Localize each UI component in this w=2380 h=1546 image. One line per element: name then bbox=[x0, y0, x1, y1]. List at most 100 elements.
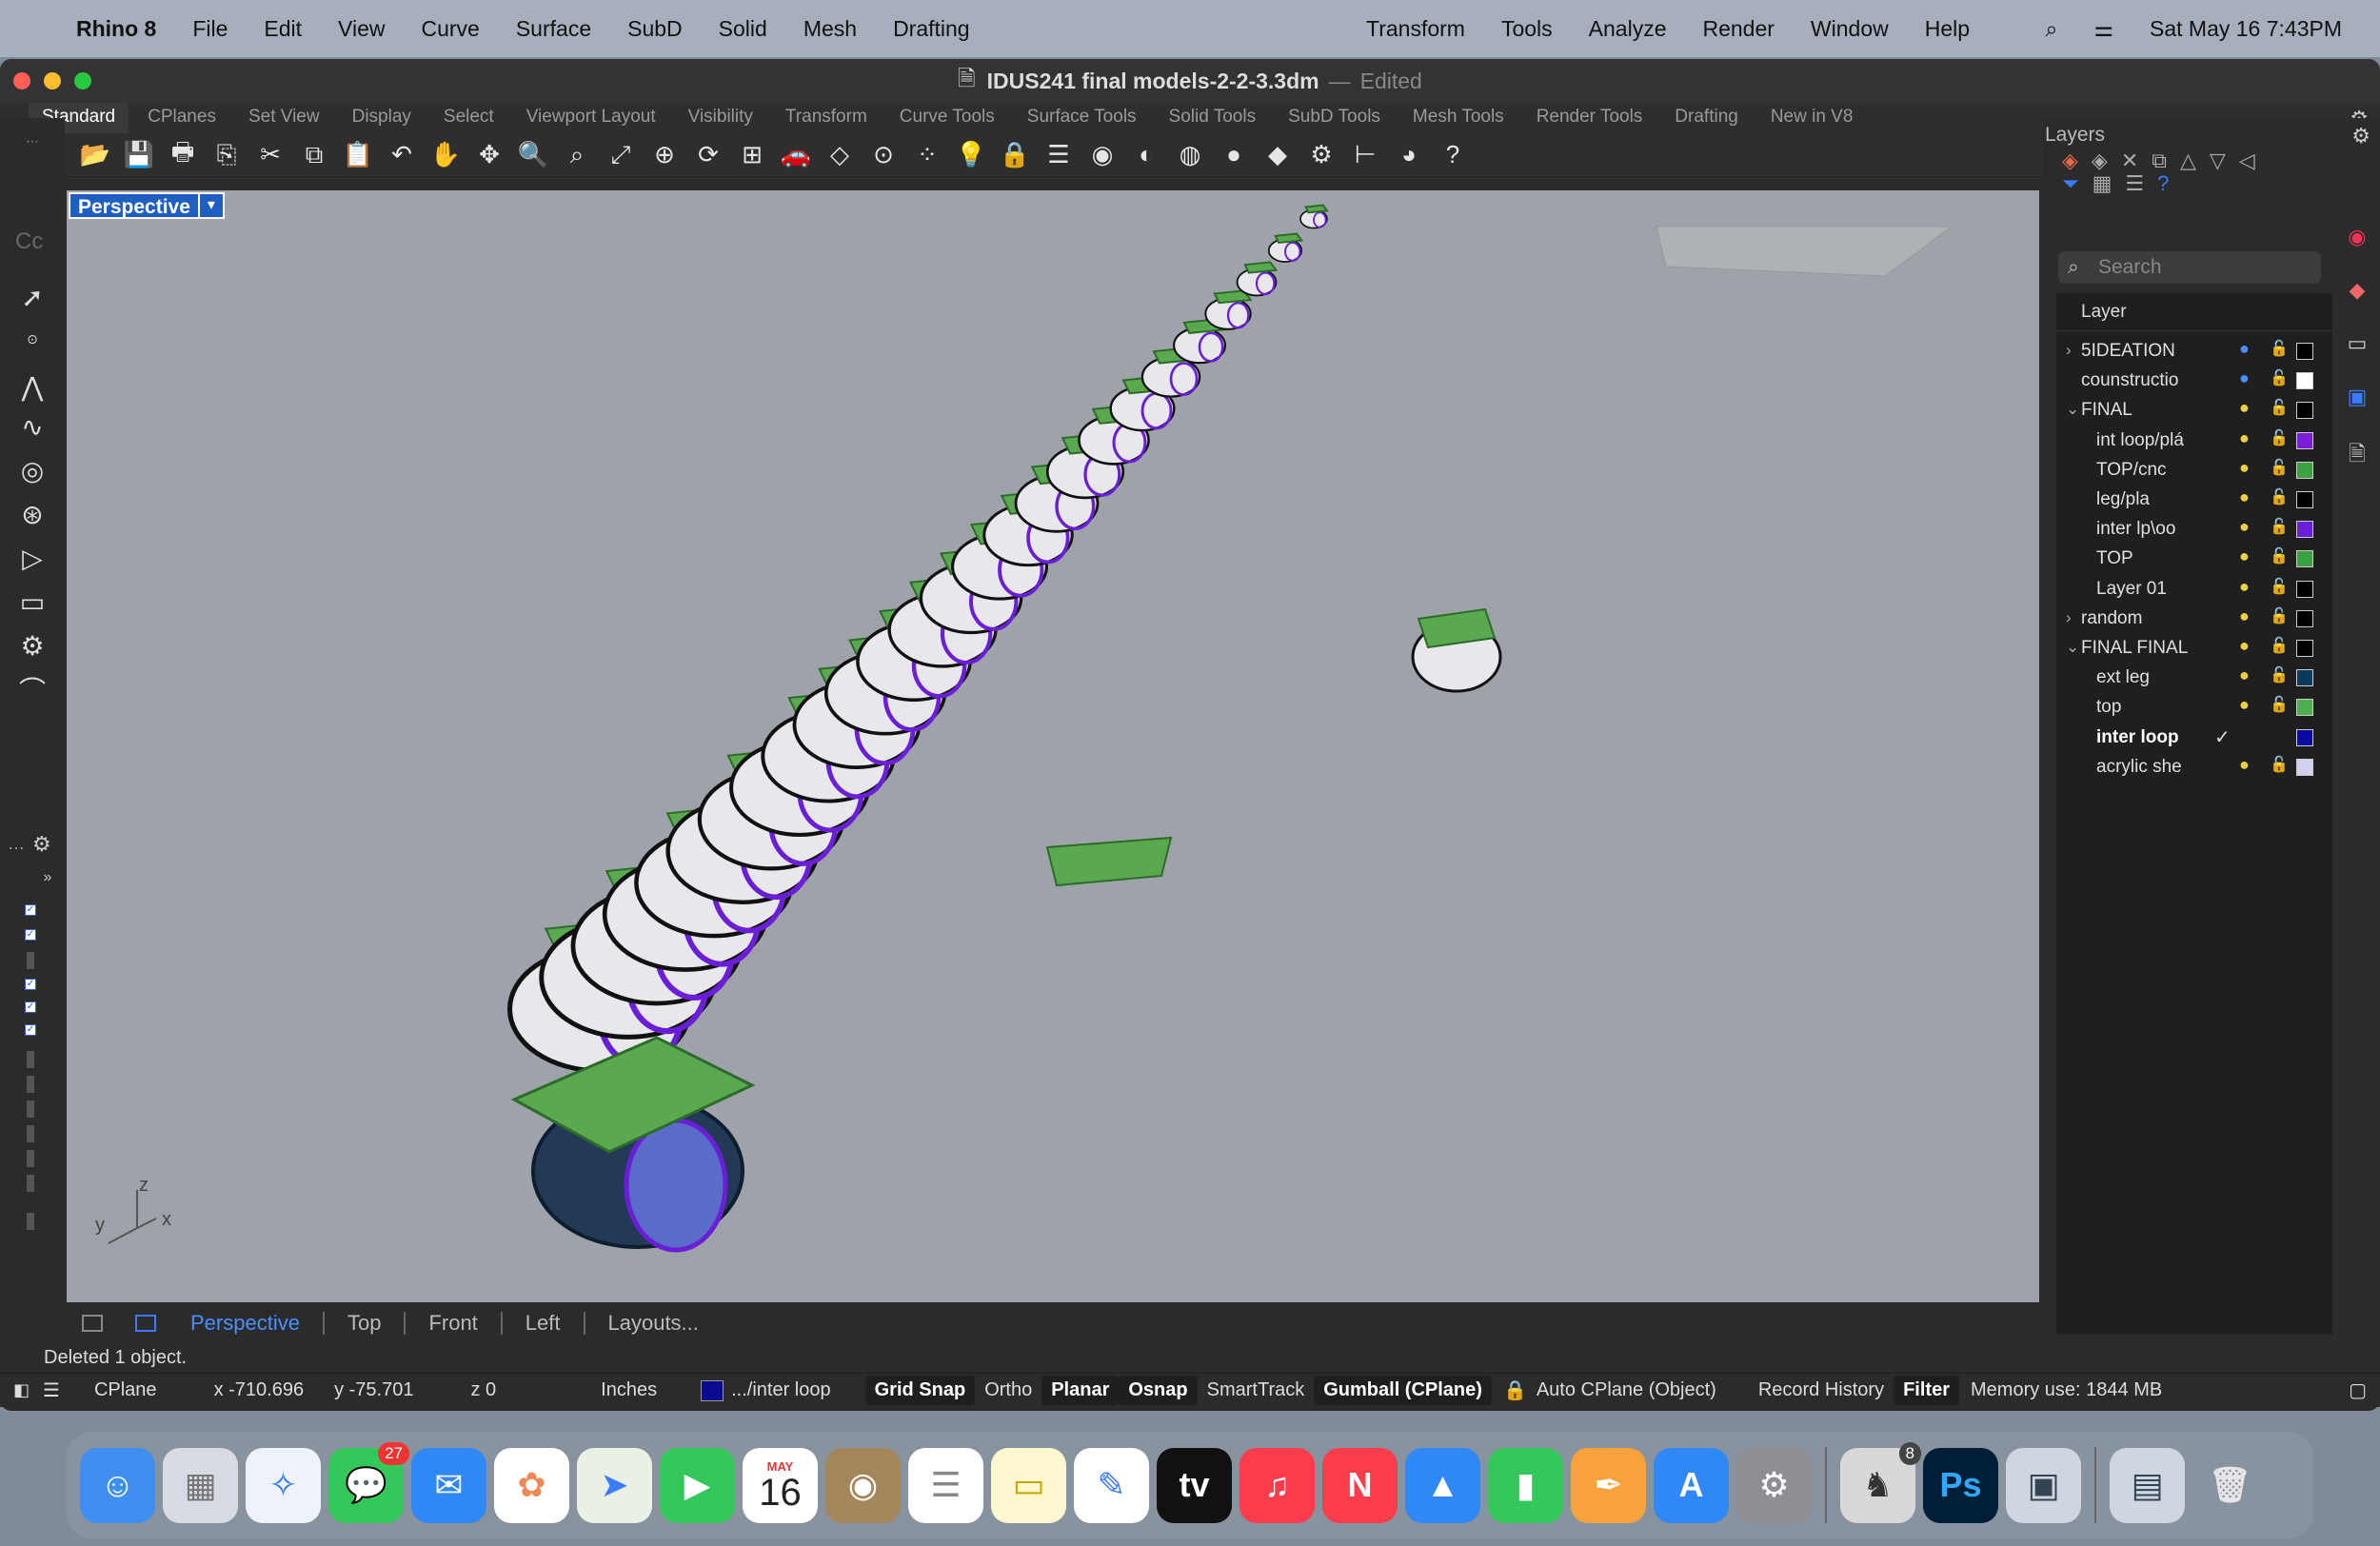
osnap-checkbox[interactable]: ✓ bbox=[25, 1001, 36, 1013]
tab-visibility[interactable]: Visibility bbox=[675, 103, 766, 133]
layer-name[interactable]: FINAL bbox=[2081, 400, 2195, 421]
grid-snap-toggle[interactable]: Grid Snap bbox=[864, 1376, 976, 1405]
move-down-icon[interactable]: ▽ bbox=[2210, 149, 2226, 173]
layer-color-swatch[interactable] bbox=[2296, 640, 2313, 657]
layer-color-swatch[interactable] bbox=[2296, 609, 2313, 627]
osnap-icon[interactable]: ⊙ bbox=[864, 137, 902, 173]
calendar-icon[interactable]: MAY 16 bbox=[743, 1447, 818, 1523]
viewport-title[interactable]: Perspective ▾ bbox=[69, 192, 225, 219]
units-label[interactable]: Inches bbox=[601, 1379, 657, 1401]
spotlight-search-icon[interactable]: ⌕ bbox=[2045, 16, 2057, 42]
cut-icon[interactable]: ✂ bbox=[251, 137, 289, 173]
menu-surface[interactable]: Surface bbox=[516, 16, 591, 42]
palette-gear-icon[interactable]: ⚙ bbox=[32, 832, 51, 857]
select-arrow-icon[interactable]: ➚ bbox=[13, 278, 51, 316]
auto-cplane-toggle[interactable]: Auto CPlane (Object) bbox=[1527, 1376, 1726, 1405]
point-icon[interactable]: ⊙ bbox=[13, 320, 51, 358]
lock-toggle-icon[interactable]: 🔓 bbox=[2270, 665, 2289, 684]
menu-edit[interactable]: Edit bbox=[264, 16, 302, 42]
numbers-icon[interactable]: ▮ bbox=[1488, 1447, 1563, 1523]
visibility-bulb-icon[interactable]: ● bbox=[2239, 487, 2250, 507]
more-dots-icon[interactable]: … bbox=[8, 834, 25, 854]
lock-toggle-icon[interactable]: 🔓 bbox=[2270, 487, 2289, 506]
lock-toggle-icon[interactable]: 🔓 bbox=[2270, 458, 2289, 477]
model-stool[interactable] bbox=[1299, 204, 1329, 229]
visibility-bulb-icon[interactable]: ● bbox=[2239, 339, 2250, 359]
keynote-icon[interactable]: ▲ bbox=[1405, 1447, 1480, 1523]
tab-curve-tools[interactable]: Curve Tools bbox=[886, 103, 1008, 133]
lock-icon[interactable]: 🔒 bbox=[996, 137, 1034, 173]
panel-toggle-icon[interactable]: ◧ bbox=[13, 1380, 30, 1400]
surface-icon[interactable]: ▷ bbox=[13, 539, 51, 577]
lock-toggle-icon[interactable]: 🔓 bbox=[2270, 428, 2289, 447]
tab-top[interactable]: Top bbox=[347, 1311, 381, 1336]
contacts-icon[interactable]: ◉ bbox=[825, 1447, 901, 1523]
maximize-icon[interactable]: ▢ bbox=[2349, 1378, 2367, 1402]
viewport-name[interactable]: Perspective bbox=[69, 192, 200, 219]
model-stool[interactable] bbox=[1267, 232, 1304, 263]
pages-icon[interactable]: ✒ bbox=[1571, 1447, 1646, 1523]
system-settings-icon[interactable]: ⚙ bbox=[1736, 1447, 1812, 1523]
move-up-icon[interactable]: △ bbox=[2180, 149, 2196, 173]
duplicate-layer-icon[interactable]: ⧉ bbox=[2152, 149, 2167, 173]
lock-toggle-icon[interactable]: 🔓 bbox=[2270, 636, 2289, 655]
visibility-bulb-icon[interactable]: ● bbox=[2239, 577, 2250, 597]
delete-layer-icon[interactable]: ✕ bbox=[2121, 149, 2138, 173]
grid-view-icon[interactable]: ▦ bbox=[2092, 171, 2112, 196]
maps-icon[interactable]: ➤ bbox=[577, 1447, 652, 1523]
menu-view[interactable]: View bbox=[338, 16, 385, 42]
menu-tools[interactable]: Tools bbox=[1501, 16, 1553, 42]
tab-cplanes[interactable]: CPlanes bbox=[134, 103, 229, 133]
visibility-bulb-icon[interactable]: ● bbox=[2239, 428, 2250, 448]
tab-front[interactable]: Front bbox=[428, 1311, 477, 1336]
palette-grip-icon[interactable]: ⋯ bbox=[13, 122, 51, 160]
record-history-toggle[interactable]: Record History bbox=[1749, 1376, 1894, 1405]
collapse-icon[interactable]: ◁ bbox=[2239, 149, 2255, 173]
final-model-loop[interactable] bbox=[624, 1118, 728, 1253]
tab-left[interactable]: Left bbox=[526, 1311, 561, 1336]
save-icon[interactable]: 💾 bbox=[120, 137, 158, 173]
visibility-bulb-icon[interactable]: ● bbox=[2239, 755, 2250, 775]
layer-row[interactable]: inter lp\oo ● 🔓 bbox=[2056, 515, 2332, 545]
osnap-checkbox[interactable]: ✓ bbox=[25, 979, 36, 990]
lock-toggle-icon[interactable]: 🔓 bbox=[2270, 546, 2289, 565]
tab-mesh-tools[interactable]: Mesh Tools bbox=[1399, 103, 1517, 133]
curve-icon[interactable]: ∿ bbox=[13, 407, 51, 446]
layer-color-swatch[interactable] bbox=[2296, 669, 2313, 687]
command-history[interactable]: Deleted 1 object. bbox=[0, 1344, 2380, 1371]
layer-row[interactable]: TOP/cnc ● 🔓 bbox=[2056, 456, 2332, 486]
layer-color-swatch[interactable] bbox=[2296, 431, 2313, 449]
layer-row[interactable]: ext leg ● 🔓 bbox=[2056, 664, 2332, 693]
tab-new-in-v8[interactable]: New in V8 bbox=[1757, 103, 1867, 133]
cplane-label[interactable]: CPlane bbox=[94, 1379, 157, 1401]
layer-name[interactable]: FINAL FINAL bbox=[2081, 638, 2195, 659]
layer-name[interactable]: TOP/cnc bbox=[2096, 460, 2211, 481]
expand-chevron-icon[interactable]: » bbox=[29, 859, 67, 897]
layers-gear-icon[interactable]: ⚙ bbox=[2351, 124, 2370, 149]
tab-render-tools[interactable]: Render Tools bbox=[1523, 103, 1656, 133]
photoshop-icon[interactable]: Ps bbox=[1923, 1447, 1998, 1523]
planar-toggle[interactable]: Planar bbox=[1041, 1376, 1120, 1405]
cplane-icon[interactable]: ◇ bbox=[821, 137, 859, 173]
menu-subd[interactable]: SubD bbox=[627, 16, 683, 42]
zoom-window-icon[interactable]: ⌕ bbox=[558, 137, 596, 173]
lock-toggle-icon[interactable]: 🔓 bbox=[2270, 755, 2289, 774]
rhino-icon[interactable]: ♞ 8 bbox=[1840, 1441, 1921, 1523]
tab-perspective[interactable]: Perspective bbox=[190, 1311, 300, 1336]
layer-search-field[interactable]: ⌕ Search bbox=[2058, 251, 2321, 284]
list-view-icon[interactable]: ☰ bbox=[2125, 171, 2144, 196]
tab-select[interactable]: Select bbox=[430, 103, 507, 133]
lock-toggle-icon[interactable]: 🔓 bbox=[2270, 606, 2289, 625]
viewport-layout-icon[interactable]: ⊞ bbox=[733, 137, 771, 173]
new-layer-icon[interactable]: ◈ bbox=[2062, 149, 2078, 173]
menu-analyze[interactable]: Analyze bbox=[1589, 16, 1667, 42]
layer-row[interactable]: acrylic she ● 🔓 bbox=[2056, 753, 2332, 783]
construction-plane[interactable] bbox=[1656, 226, 1954, 277]
four-view-icon[interactable] bbox=[82, 1315, 103, 1332]
revolve-icon[interactable]: ⊛ bbox=[13, 495, 51, 533]
layer-row[interactable]: counstructio ● 🔓 bbox=[2056, 367, 2332, 396]
tab-set-view[interactable]: Set View bbox=[235, 103, 333, 133]
render-icon[interactable]: ◕ bbox=[1390, 137, 1428, 173]
layer-name[interactable]: ext leg bbox=[2096, 667, 2211, 688]
mail-icon[interactable]: ✉ bbox=[411, 1447, 486, 1523]
